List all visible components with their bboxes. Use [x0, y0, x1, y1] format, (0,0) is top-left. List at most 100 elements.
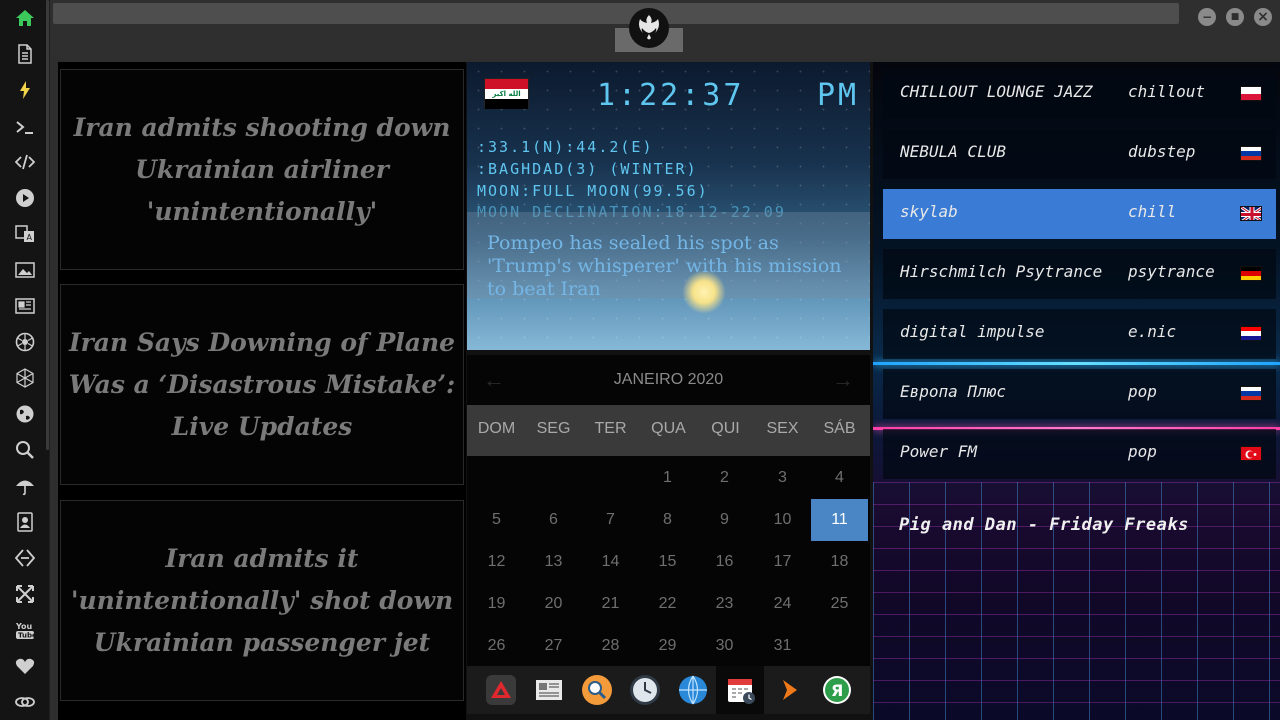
minimize-button[interactable]: −: [1198, 8, 1216, 26]
translate-icon[interactable]: A: [11, 220, 39, 248]
calendar-day[interactable]: 24: [754, 583, 811, 625]
clock-ampm: PM: [817, 78, 860, 113]
news-app-icon[interactable]: [531, 672, 567, 708]
maximize-button[interactable]: ■: [1226, 8, 1244, 26]
calendar-day[interactable]: 2: [696, 457, 753, 499]
maximize-icon: ■: [1230, 12, 1240, 22]
news-card[interactable]: Iran admits shooting down Ukrainian airl…: [60, 69, 464, 270]
rebel-alliance-emblem-icon[interactable]: [629, 8, 669, 48]
transfer-icon[interactable]: [11, 544, 39, 572]
calendar-day[interactable]: 8: [639, 499, 696, 541]
youtube-icon[interactable]: You Tube: [11, 616, 39, 644]
calendar-day[interactable]: 6: [525, 499, 582, 541]
calendar-widget: ← JANEIRO 2020 → DOM SEG TER QUA QUI SEX…: [467, 355, 870, 666]
station-genre: pop: [1128, 442, 1157, 461]
calendar-day[interactable]: 18: [811, 541, 868, 583]
calendar-day[interactable]: 20: [525, 583, 582, 625]
globe-icon[interactable]: [11, 400, 39, 428]
sidebar-scrollbar[interactable]: [46, 0, 49, 450]
calendar-day[interactable]: 21: [582, 583, 639, 625]
globe-app-icon[interactable]: [675, 672, 711, 708]
close-button[interactable]: ×: [1254, 8, 1272, 26]
aperture-icon[interactable]: [11, 328, 39, 356]
news-card[interactable]: Iran admits it 'unintentionally' shot do…: [60, 500, 464, 701]
radio-station[interactable]: digital impulse e.nic: [883, 309, 1276, 359]
news-title[interactable]: Iran admits it 'unintentionally' shot do…: [67, 538, 457, 664]
calendar-day[interactable]: 10: [754, 499, 811, 541]
radio-station[interactable]: Hirschmilch Psytrance psytrance: [883, 249, 1276, 299]
calendar-day[interactable]: 22: [639, 583, 696, 625]
radio-widget: CHILLOUT LOUNGE JAZZ chillout NEBULA CLU…: [873, 62, 1280, 720]
calendar-day[interactable]: 30: [696, 625, 753, 667]
calendar-day[interactable]: 3: [754, 457, 811, 499]
calendar-day[interactable]: 1: [639, 457, 696, 499]
contacts-icon[interactable]: [11, 508, 39, 536]
weekday-label: QUA: [651, 420, 686, 437]
news-card[interactable]: Iran Says Downing of Plane Was a ‘Disast…: [60, 284, 464, 485]
calendar-day[interactable]: 23: [696, 583, 753, 625]
image-icon[interactable]: [11, 256, 39, 284]
flag-inscription: الله اكبر: [485, 89, 528, 99]
search-app-icon[interactable]: [579, 672, 615, 708]
radio-station-selected[interactable]: skylab chill: [883, 189, 1276, 239]
radio-station[interactable]: CHILLOUT LOUNGE JAZZ chillout: [883, 69, 1276, 119]
svg-text:A: A: [27, 233, 33, 242]
terminal-icon[interactable]: [11, 113, 39, 141]
russia-flag-icon: [1240, 146, 1262, 161]
calendar-day[interactable]: 17: [754, 541, 811, 583]
prev-month-button[interactable]: ←: [483, 367, 505, 393]
clock-app-icon[interactable]: [627, 672, 663, 708]
calendar-day[interactable]: 7: [582, 499, 639, 541]
calendar-day[interactable]: 4: [811, 457, 868, 499]
calendar-day[interactable]: 12: [468, 541, 525, 583]
next-month-button[interactable]: →: [832, 367, 854, 393]
link-icon[interactable]: [11, 688, 39, 716]
newspaper-icon[interactable]: [11, 292, 39, 320]
iraq-flag-icon: الله اكبر: [484, 78, 529, 109]
calendar-day[interactable]: 19: [468, 583, 525, 625]
document-icon[interactable]: [11, 40, 39, 68]
calendar-day[interactable]: 29: [639, 625, 696, 667]
russia-flag-icon: [1240, 386, 1262, 401]
calendar-day[interactable]: 13: [525, 541, 582, 583]
umbrella-icon[interactable]: [11, 472, 39, 500]
calendar-day[interactable]: 27: [525, 625, 582, 667]
radio-station[interactable]: Европа Плюс pop: [883, 369, 1276, 419]
calendar-day[interactable]: 9: [696, 499, 753, 541]
news-title[interactable]: Iran Says Downing of Plane Was a ‘Disast…: [67, 322, 457, 448]
clock-headline[interactable]: Pompeo has sealed his spot as 'Trump's w…: [487, 232, 857, 301]
play-app-icon[interactable]: [771, 672, 807, 708]
station-name: Power FM: [900, 442, 978, 461]
calendar-month-label: JANEIRO 2020: [613, 371, 724, 388]
weekday-label: SEG: [536, 420, 571, 437]
calendar-day[interactable]: 25: [811, 583, 868, 625]
triangle-app-icon[interactable]: [483, 672, 519, 708]
play-icon[interactable]: [11, 184, 39, 212]
calendar-day[interactable]: 16: [696, 541, 753, 583]
calendar-day[interactable]: 14: [582, 541, 639, 583]
radio-station[interactable]: NEBULA CLUB dubstep: [883, 129, 1276, 179]
home-icon[interactable]: [11, 4, 39, 32]
germany-flag-icon: [1240, 266, 1262, 281]
calendar-day-today[interactable]: 11: [811, 499, 868, 541]
top-bar: − ■ ×: [50, 0, 1280, 58]
calendar-day[interactable]: 15: [639, 541, 696, 583]
bolt-icon[interactable]: [11, 76, 39, 104]
calendar-day[interactable]: 31: [754, 625, 811, 667]
address-bar[interactable]: [53, 3, 1179, 24]
code-icon[interactable]: [11, 148, 39, 176]
calendar-day[interactable]: 5: [468, 499, 525, 541]
search-icon[interactable]: [11, 436, 39, 464]
news-feed: Iran admits shooting down Ukrainian airl…: [58, 62, 466, 720]
calendar-app-icon[interactable]: [723, 672, 759, 708]
radio-station[interactable]: Power FM pop: [883, 429, 1276, 479]
calendar-day[interactable]: 28: [582, 625, 639, 667]
station-genre: chill: [1128, 202, 1177, 221]
clock-time: 1:22:37: [597, 78, 745, 113]
news-title[interactable]: Iran admits shooting down Ukrainian airl…: [67, 107, 457, 233]
hexagon-icon[interactable]: [11, 364, 39, 392]
calendar-day[interactable]: 26: [468, 625, 525, 667]
yandex-app-icon[interactable]: Я: [819, 672, 855, 708]
expand-icon[interactable]: [11, 580, 39, 608]
heart-icon[interactable]: [11, 652, 39, 680]
